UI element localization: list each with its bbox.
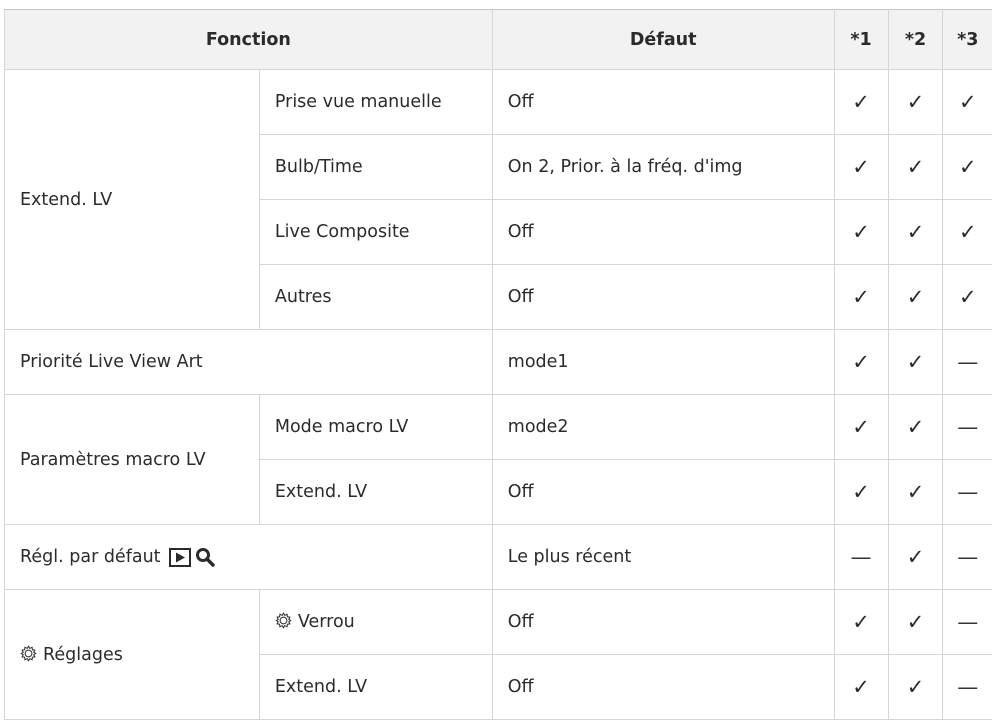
sub-label: Autres	[259, 265, 492, 330]
check-icon: ✓	[834, 395, 888, 460]
check-icon: ✓	[888, 135, 943, 200]
sub-label: Mode macro LV	[259, 395, 492, 460]
table-row: Régl. par défaut Le plus récent — ✓ —	[5, 525, 992, 590]
gear-icon	[275, 612, 292, 629]
group-label: Extend. LV	[5, 70, 260, 330]
check-icon: ✓	[834, 460, 888, 525]
default-value: Off	[492, 655, 834, 720]
dash-mark: —	[943, 330, 992, 395]
group-cell: Régl. par défaut	[5, 525, 493, 590]
check-icon: ✓	[834, 200, 888, 265]
group-label: Réglages	[43, 645, 123, 665]
check-icon: ✓	[834, 135, 888, 200]
default-value: Off	[492, 200, 834, 265]
check-icon: ✓	[888, 525, 943, 590]
sub-label: Live Composite	[259, 200, 492, 265]
table-row: Paramètres macro LV Mode macro LV mode2 …	[5, 395, 992, 460]
header-defaut: Défaut	[492, 10, 834, 70]
check-icon: ✓	[888, 460, 943, 525]
header-col-2: *2	[888, 10, 943, 70]
check-icon: ✓	[888, 265, 943, 330]
check-icon: ✓	[943, 265, 992, 330]
header-fonction: Fonction	[5, 10, 493, 70]
magnify-icon	[195, 547, 215, 567]
default-value: mode2	[492, 395, 834, 460]
check-icon: ✓	[834, 70, 888, 135]
check-icon: ✓	[943, 200, 992, 265]
check-icon: ✓	[888, 655, 943, 720]
play-icon	[169, 548, 191, 567]
group-label: Régl. par défaut	[20, 547, 161, 567]
dash-mark: —	[943, 590, 992, 655]
dash-mark: —	[943, 655, 992, 720]
default-value: Off	[492, 590, 834, 655]
dash-mark: —	[943, 395, 992, 460]
dash-mark: —	[943, 525, 992, 590]
check-icon: ✓	[834, 330, 888, 395]
gear-icon	[20, 645, 37, 662]
header-col-1: *1	[834, 10, 888, 70]
dash-mark: —	[834, 525, 888, 590]
check-icon: ✓	[834, 655, 888, 720]
check-icon: ✓	[888, 330, 943, 395]
table-row: Réglages Verrou Off ✓ ✓ —	[5, 590, 992, 655]
sub-cell: Verrou	[259, 590, 492, 655]
default-value: Le plus récent	[492, 525, 834, 590]
check-icon: ✓	[888, 70, 943, 135]
sub-label: Verrou	[298, 612, 355, 632]
check-icon: ✓	[834, 265, 888, 330]
group-label: Priorité Live View Art	[5, 330, 493, 395]
dash-mark: —	[943, 460, 992, 525]
sub-label: Prise vue manuelle	[259, 70, 492, 135]
check-icon: ✓	[943, 70, 992, 135]
sub-label: Extend. LV	[259, 460, 492, 525]
check-icon: ✓	[888, 395, 943, 460]
default-value: mode1	[492, 330, 834, 395]
group-cell: Réglages	[5, 590, 260, 720]
sub-label: Extend. LV	[259, 655, 492, 720]
header-col-3: *3	[943, 10, 992, 70]
table-row: Priorité Live View Art mode1 ✓ ✓ —	[5, 330, 992, 395]
check-icon: ✓	[888, 200, 943, 265]
default-value: Off	[492, 265, 834, 330]
check-icon: ✓	[943, 135, 992, 200]
check-icon: ✓	[888, 590, 943, 655]
sub-label: Bulb/Time	[259, 135, 492, 200]
table-row: Extend. LV Prise vue manuelle Off ✓ ✓ ✓	[5, 70, 992, 135]
table-header-row: Fonction Défaut *1 *2 *3	[5, 10, 992, 70]
group-label: Paramètres macro LV	[5, 395, 260, 525]
default-value: Off	[492, 70, 834, 135]
default-value: On 2, Prior. à la fréq. d'img	[492, 135, 834, 200]
check-icon: ✓	[834, 590, 888, 655]
default-value: Off	[492, 460, 834, 525]
settings-table: Fonction Défaut *1 *2 *3 Extend. LV Pris…	[4, 9, 992, 720]
